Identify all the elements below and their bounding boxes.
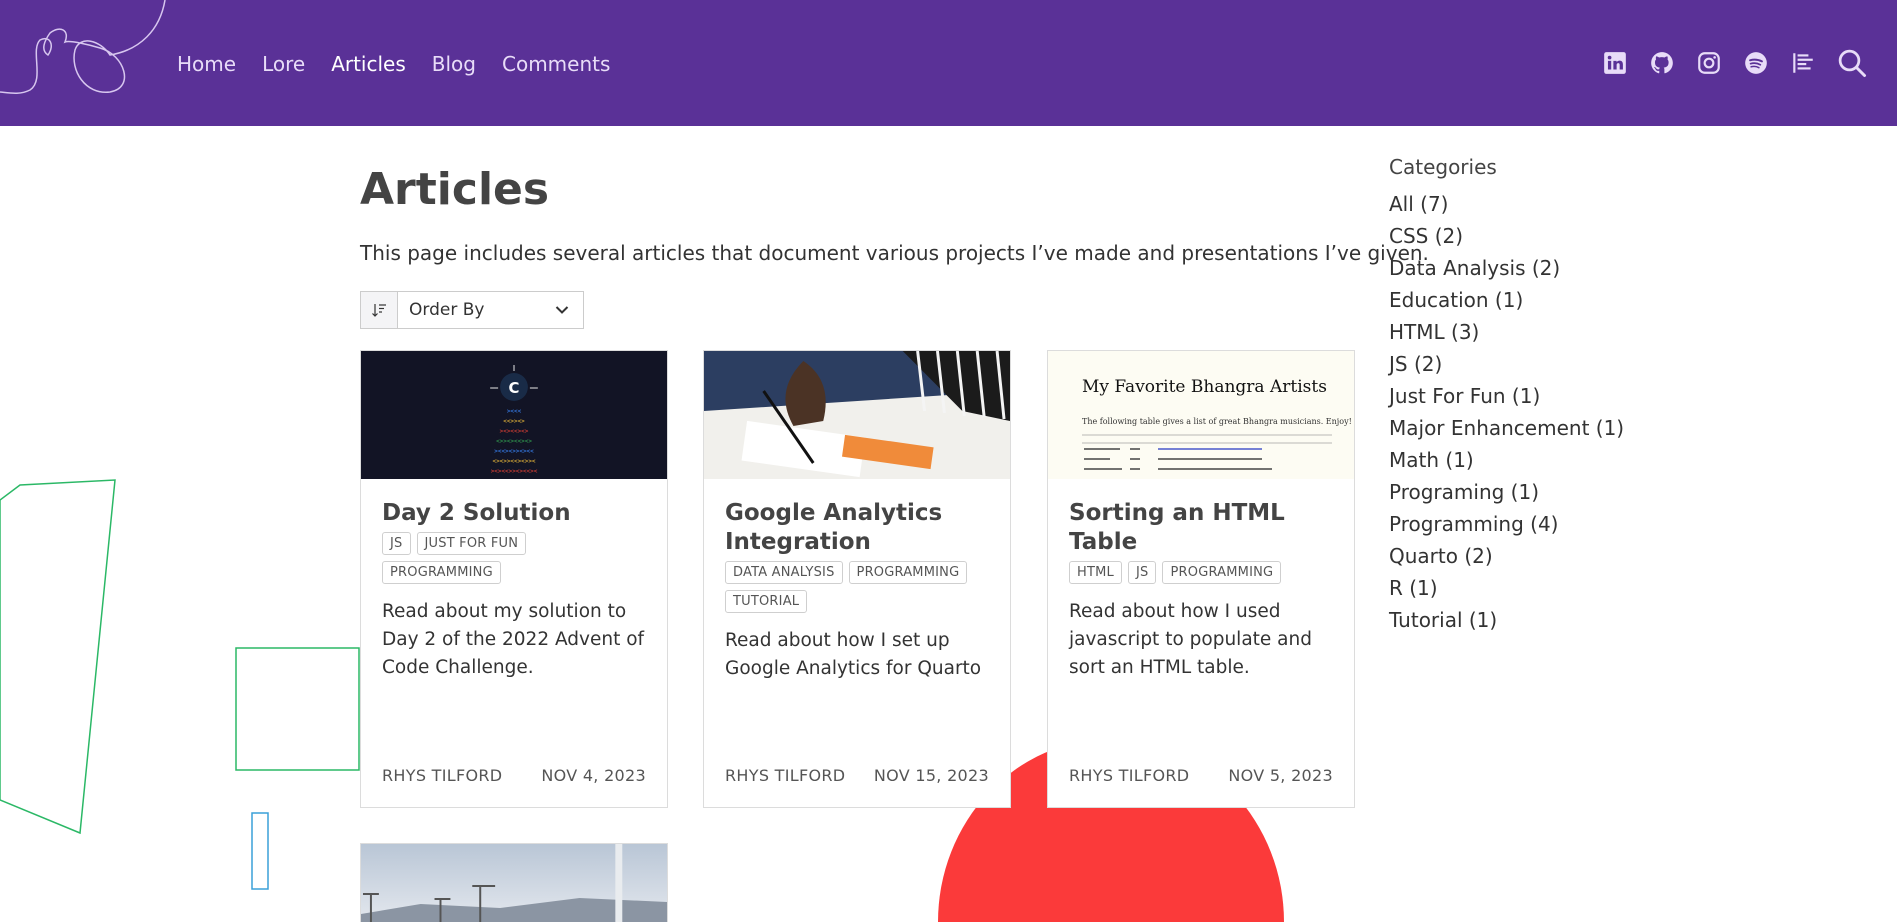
categories-sidebar: Categories All (7) CSS (2) Data Analysis… (1389, 155, 1624, 636)
article-card[interactable]: Google Analytics Integration DATA ANALYS… (703, 350, 1011, 808)
card-date: NOV 4, 2023 (541, 766, 646, 785)
category-data-analysis[interactable]: Data Analysis (2) (1389, 252, 1624, 284)
tag[interactable]: PROGRAMMING (1162, 561, 1282, 584)
tag[interactable]: DATA ANALYSIS (725, 561, 843, 584)
card-thumbnail (704, 351, 1010, 479)
card-author: RHYS TILFORD (382, 766, 503, 785)
card-author: RHYS TILFORD (725, 766, 846, 785)
linkedin-icon[interactable] (1602, 50, 1628, 76)
article-card[interactable]: C ><<< <<>><> ><><<><> <>><><<><> ><<><>… (360, 350, 668, 808)
page-description: This page includes several articles that… (360, 241, 1429, 265)
card-author: RHYS TILFORD (1069, 766, 1190, 785)
article-card[interactable]: My Favorite Bhangra Artists The followin… (1047, 350, 1355, 808)
category-css[interactable]: CSS (2) (1389, 220, 1624, 252)
card-tags: HTML JS PROGRAMMING (1069, 561, 1333, 584)
category-programming[interactable]: Programming (4) (1389, 508, 1624, 540)
svg-text:<<>><>: <<>><> (503, 418, 525, 425)
order-by-select[interactable]: Order By (398, 292, 583, 328)
category-just-for-fun[interactable]: Just For Fun (1) (1389, 380, 1624, 412)
svg-text:><<<: ><<< (507, 408, 522, 415)
category-js[interactable]: JS (2) (1389, 348, 1624, 380)
article-card[interactable] (360, 843, 668, 922)
green-wedge-shape (0, 479, 116, 835)
card-tags: JS JUST FOR FUN PROGRAMMING (382, 532, 646, 584)
card-thumbnail (361, 844, 667, 922)
category-html[interactable]: HTML (3) (1389, 316, 1624, 348)
thumbnail-title: My Favorite Bhangra Artists (1082, 377, 1327, 397)
card-tags: DATA ANALYSIS PROGRAMMING TUTORIAL (725, 561, 989, 613)
category-major-enhancement[interactable]: Major Enhancement (1) (1389, 412, 1624, 444)
svg-text:<>><><<><>: <>><><<><> (496, 438, 532, 445)
tag[interactable]: TUTORIAL (725, 590, 808, 613)
svg-text:C: C (509, 379, 520, 397)
card-description: Read about how I set up Google Analytics… (725, 630, 982, 679)
nav-links: Home Lore Articles Blog Comments (177, 52, 610, 76)
card-date: NOV 5, 2023 (1228, 766, 1333, 785)
nav-lore[interactable]: Lore (262, 52, 305, 76)
card-description: Read about my solution to Day 2 of the 2… (382, 601, 645, 678)
card-thumbnail: My Favorite Bhangra Artists The followin… (1048, 351, 1354, 479)
instagram-icon[interactable] (1696, 50, 1722, 76)
category-r[interactable]: R (1) (1389, 572, 1624, 604)
category-tutorial[interactable]: Tutorial (1) (1389, 604, 1624, 636)
order-by-control[interactable]: Order By (360, 291, 584, 329)
tag[interactable]: PROGRAMMING (848, 561, 968, 584)
category-programing[interactable]: Programing (1) (1389, 476, 1624, 508)
github-icon[interactable] (1649, 50, 1675, 76)
tag[interactable]: JS (382, 532, 411, 555)
card-thumbnail: C ><<< <<>><> ><><<><> <>><><<><> ><<><>… (361, 351, 667, 479)
category-list: All (7) CSS (2) Data Analysis (2) Educat… (1389, 188, 1624, 636)
card-date: NOV 15, 2023 (873, 766, 989, 785)
category-all[interactable]: All (7) (1389, 188, 1624, 220)
category-education[interactable]: Education (1) (1389, 284, 1624, 316)
green-square-shape (235, 647, 360, 771)
card-footer: RHYS TILFORD NOV 4, 2023 (382, 766, 646, 785)
card-title[interactable]: Day 2 Solution (382, 499, 646, 528)
tag[interactable]: JUST FOR FUN (416, 532, 527, 555)
sort-icon[interactable] (361, 292, 398, 328)
site-logo[interactable] (0, 0, 170, 100)
nav-blog[interactable]: Blog (432, 52, 476, 76)
tag[interactable]: PROGRAMMING (382, 561, 501, 584)
svg-text:<><>><<><>><: <><>><<><>>< (493, 458, 536, 465)
category-math[interactable]: Math (1) (1389, 444, 1624, 476)
top-navbar: Home Lore Articles Blog Comments (0, 0, 1897, 126)
svg-text:><><<>><><<><: ><><<>><><<>< (491, 468, 538, 475)
nav-comments[interactable]: Comments (502, 52, 610, 76)
nav-icons (1602, 48, 1867, 78)
spotify-icon[interactable] (1743, 50, 1769, 76)
search-icon[interactable] (1837, 48, 1867, 78)
thumbnail-caption: The following table gives a list of grea… (1082, 417, 1352, 426)
card-footer: RHYS TILFORD NOV 5, 2023 (1069, 766, 1333, 785)
tag[interactable]: JS (1127, 561, 1157, 584)
page-title: Articles (360, 164, 550, 215)
order-by-label: Order By (409, 300, 485, 320)
tag[interactable]: HTML (1069, 561, 1122, 584)
categories-heading: Categories (1389, 155, 1497, 179)
card-title[interactable]: Sorting an HTML Table (1069, 499, 1333, 557)
nav-home[interactable]: Home (177, 52, 236, 76)
category-quarto[interactable]: Quarto (2) (1389, 540, 1624, 572)
chevron-down-icon (555, 306, 569, 314)
svg-text:><><<><>: ><><<><> (500, 428, 529, 435)
letterboxd-icon[interactable] (1790, 50, 1816, 76)
nav-articles[interactable]: Articles (331, 52, 406, 76)
card-footer: RHYS TILFORD NOV 15, 2023 (725, 766, 989, 785)
card-description: Read about how I used javascript to popu… (1069, 601, 1312, 678)
card-title[interactable]: Google Analytics Integration (725, 499, 989, 557)
svg-text:><<><>><><<: ><<><>><><< (494, 448, 534, 455)
blue-bar-shape (251, 812, 269, 890)
